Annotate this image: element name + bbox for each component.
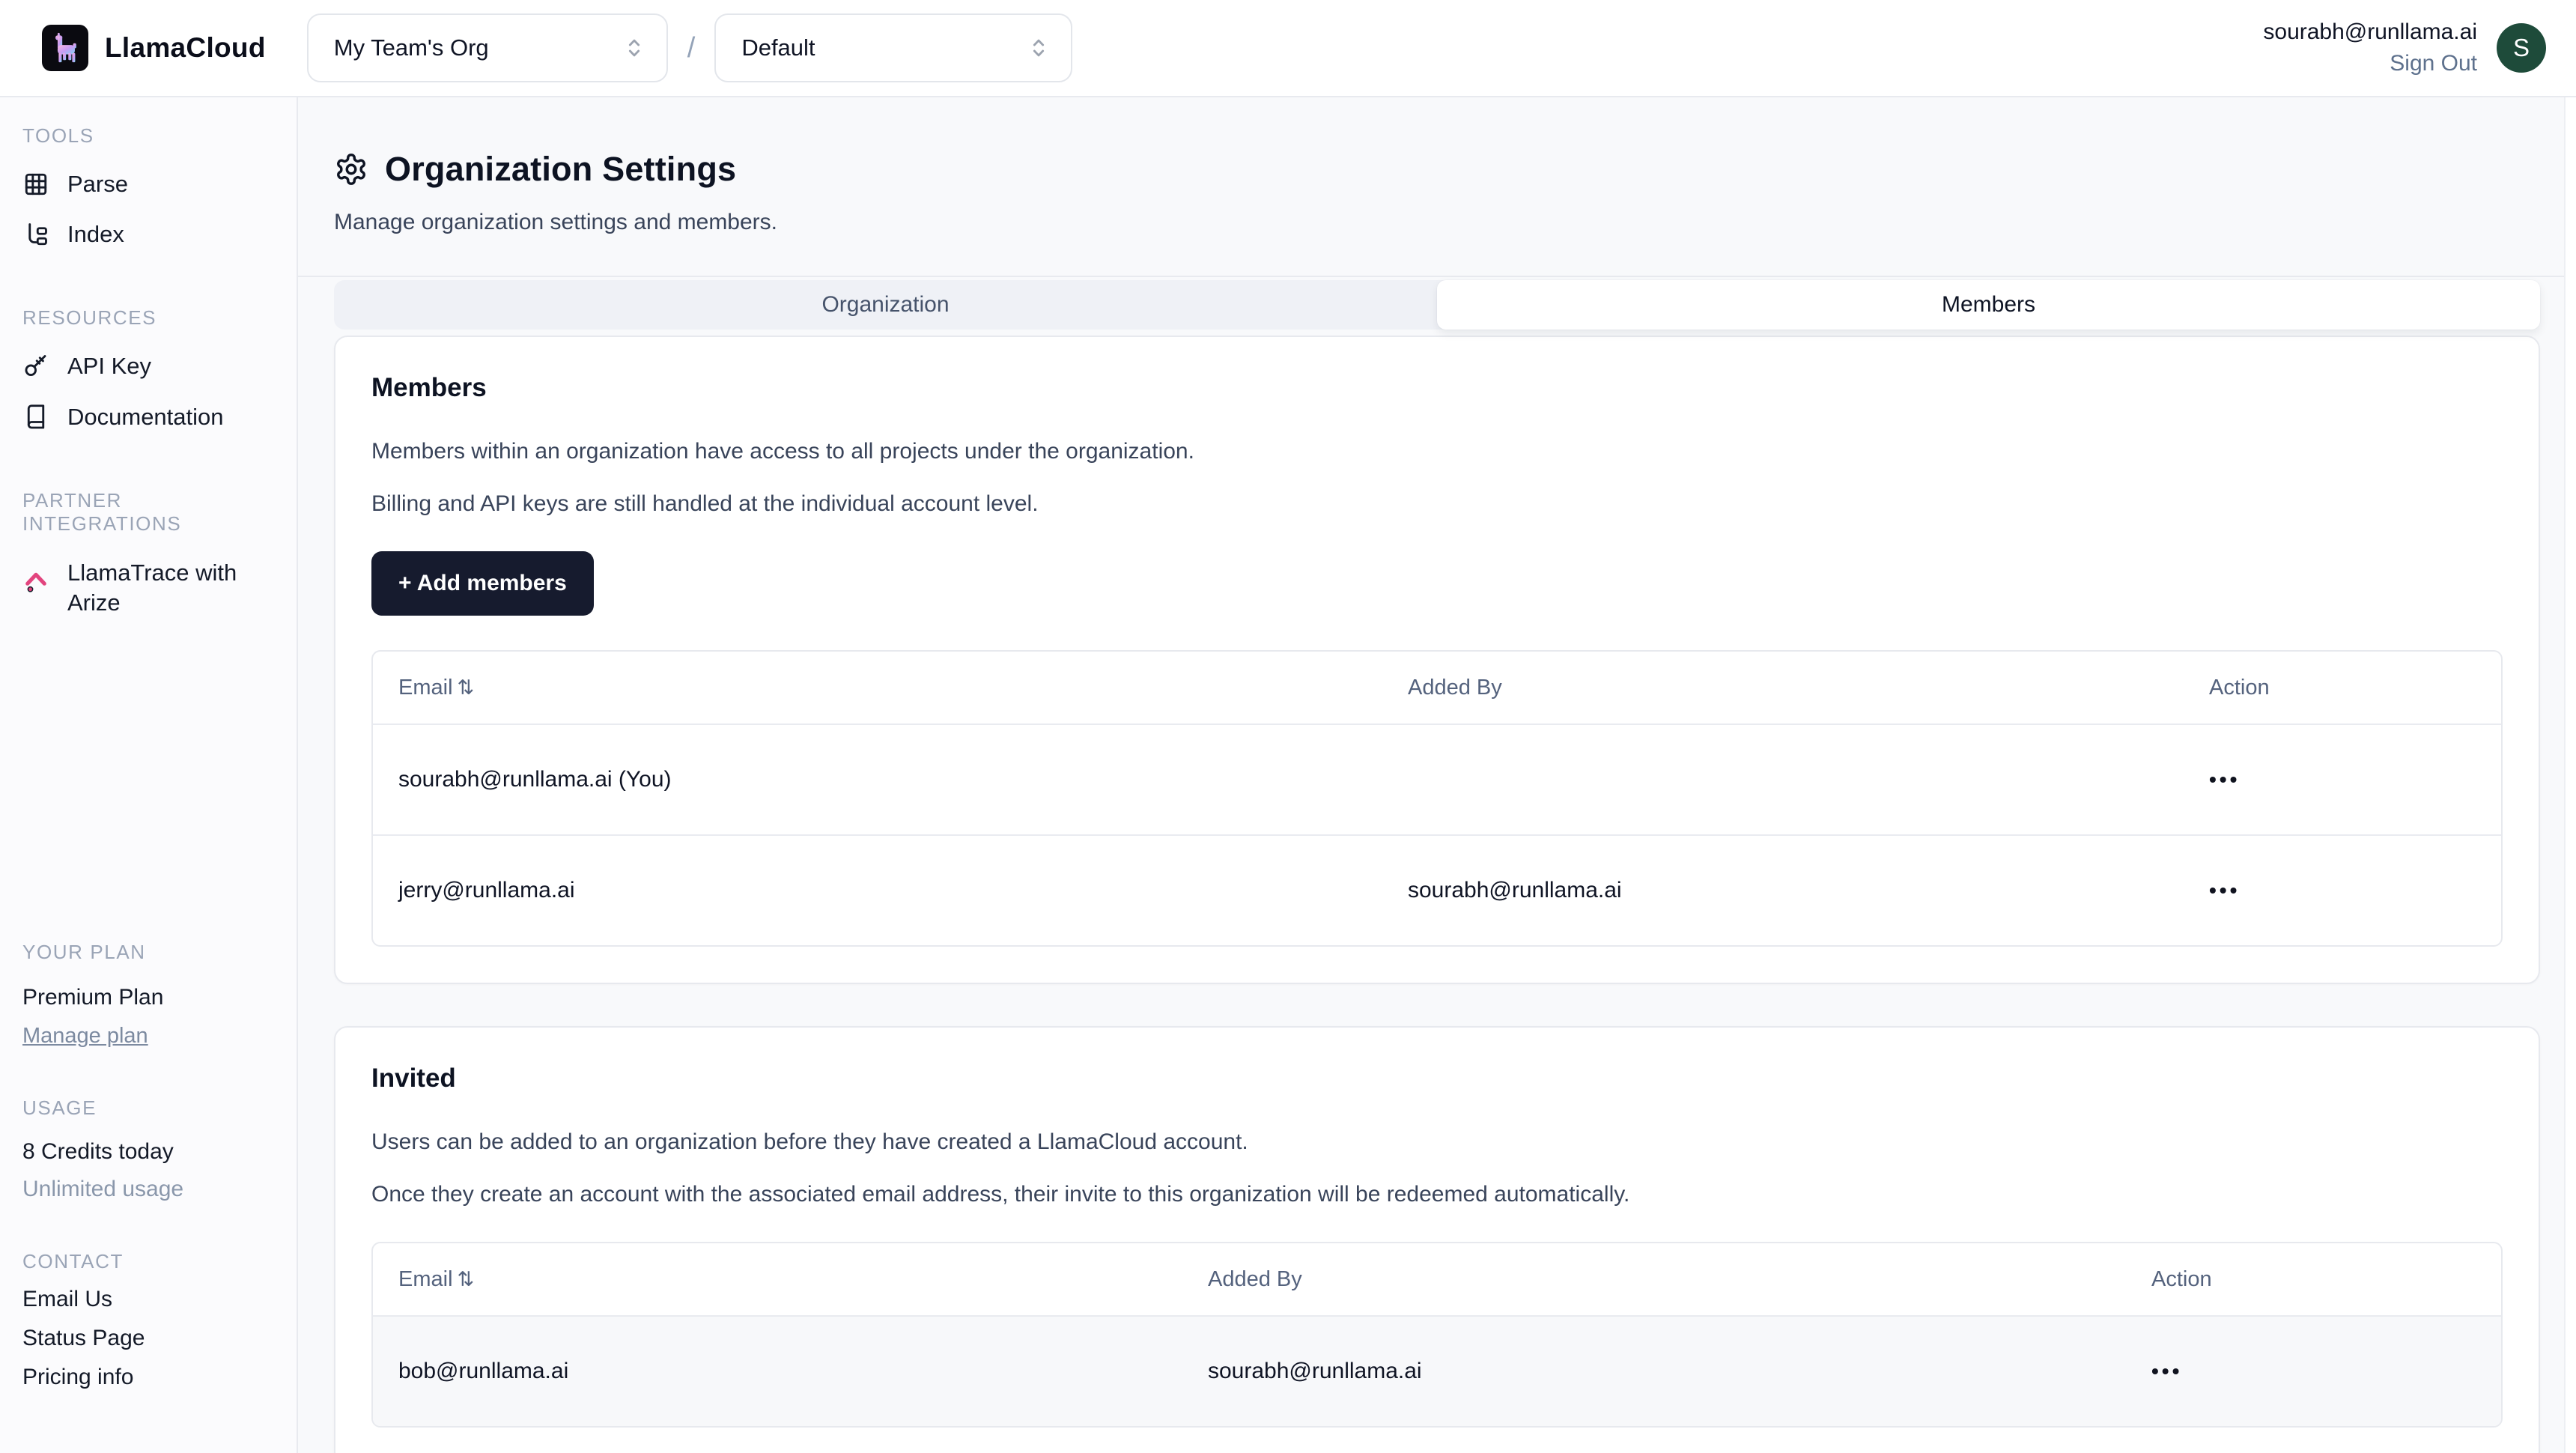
sidebar-item-parse[interactable]: Parse	[22, 170, 276, 198]
content-area: Organization Members Members Members wit…	[298, 277, 2576, 1453]
member-email: sourabh@runllama.ai (You)	[373, 767, 1382, 792]
sort-icon[interactable]: ⇅	[458, 1268, 475, 1291]
column-header-email[interactable]: Email ⇅	[373, 1267, 1182, 1292]
add-members-button[interactable]: + Add members	[371, 551, 594, 616]
sidebar-item-label: Parse	[67, 170, 128, 198]
sidebar-item-api-key[interactable]: API Key	[22, 352, 276, 380]
chevron-up-down-icon	[1026, 35, 1051, 61]
sidebar-item-label: Documentation	[67, 403, 224, 431]
table-row: sourabh@runllama.ai (You) •••	[373, 724, 2501, 834]
sidebar-section-tools: TOOLS	[22, 124, 276, 148]
table-row: bob@runllama.ai sourabh@runllama.ai •••	[373, 1315, 2501, 1426]
invited-email: bob@runllama.ai	[373, 1359, 1182, 1384]
invited-card-text-2: Once they create an account with the ass…	[371, 1182, 2503, 1207]
page-header: Organization Settings Manage organizatio…	[298, 97, 2576, 276]
book-icon	[22, 403, 49, 430]
column-header-action: Action	[2126, 1267, 2501, 1292]
tab-organization[interactable]: Organization	[334, 280, 1437, 330]
sidebar-section-resources: RESOURCES	[22, 306, 276, 330]
topbar: LlamaCloud My Team's Org / Default soura…	[0, 0, 2576, 97]
tab-members[interactable]: Members	[1437, 280, 2540, 330]
plan-name: Premium Plan	[22, 985, 276, 1010]
key-icon	[22, 353, 49, 380]
sidebar-item-label: API Key	[67, 352, 151, 380]
members-card-title: Members	[371, 373, 2503, 403]
user-email: sourabh@runllama.ai	[2263, 19, 2477, 45]
settings-tabs: Organization Members	[334, 280, 2540, 330]
manage-plan-link[interactable]: Manage plan	[22, 1024, 276, 1049]
invited-card: Invited Users can be added to an organiz…	[334, 1026, 2540, 1453]
sort-icon[interactable]: ⇅	[458, 676, 475, 700]
breadcrumb-separator: /	[687, 32, 696, 64]
invited-table-header: Email ⇅ Added By Action	[373, 1243, 2501, 1315]
tree-icon	[22, 221, 49, 248]
contact-status-page-link[interactable]: Status Page	[22, 1326, 145, 1351]
column-header-added-by: Added By	[1182, 1267, 2126, 1292]
user-info: sourabh@runllama.ai Sign Out	[2263, 19, 2477, 76]
member-email: jerry@runllama.ai	[373, 878, 1382, 903]
gear-icon	[334, 152, 368, 186]
sidebar-item-label: Index	[67, 220, 124, 248]
arize-icon	[22, 558, 49, 595]
contact-pricing-info-link[interactable]: Pricing info	[22, 1365, 133, 1390]
sidebar-item-label: LlamaTrace with Arize	[67, 558, 240, 619]
credits-today: 8 Credits today	[22, 1139, 276, 1165]
sidebar-section-usage: USAGE	[22, 1096, 276, 1120]
row-actions-menu-button[interactable]: •••	[2184, 768, 2501, 792]
members-table-header: Email ⇅ Added By Action	[373, 652, 2501, 724]
sidebar: TOOLS Parse Index RESOURCES API	[0, 97, 298, 1453]
llamacloud-logo[interactable]	[42, 25, 88, 71]
page-subtitle: Manage organization settings and members…	[334, 210, 2540, 235]
column-header-action: Action	[2184, 676, 2501, 700]
column-header-email[interactable]: Email ⇅	[373, 676, 1382, 700]
members-card: Members Members within an organization h…	[334, 336, 2540, 984]
column-header-added-by: Added By	[1382, 676, 2184, 700]
llama-icon	[48, 31, 82, 65]
usage-note: Unlimited usage	[22, 1177, 276, 1202]
members-table: Email ⇅ Added By Action sourabh@runllama…	[371, 650, 2503, 947]
invited-card-title: Invited	[371, 1064, 2503, 1093]
org-selector-value: My Team's Org	[334, 34, 489, 61]
sign-out-link[interactable]: Sign Out	[2263, 51, 2477, 76]
contact-email-us-link[interactable]: Email Us	[22, 1287, 112, 1312]
sidebar-item-llamatrace-arize[interactable]: LlamaTrace with Arize	[22, 558, 276, 619]
members-card-text-1: Members within an organization have acce…	[371, 439, 2503, 464]
invited-table: Email ⇅ Added By Action bob@runllama.ai …	[371, 1242, 2503, 1428]
invited-added-by: sourabh@runllama.ai	[1182, 1359, 2126, 1384]
org-selector[interactable]: My Team's Org	[307, 13, 668, 82]
sidebar-section-your-plan: YOUR PLAN	[22, 941, 276, 964]
grid-icon	[22, 171, 49, 198]
row-actions-menu-button[interactable]: •••	[2126, 1359, 2501, 1383]
row-actions-menu-button[interactable]: •••	[2184, 879, 2501, 903]
table-row: jerry@runllama.ai sourabh@runllama.ai ••…	[373, 834, 2501, 945]
members-card-text-2: Billing and API keys are still handled a…	[371, 491, 2503, 517]
page-title: Organization Settings	[385, 150, 736, 189]
sidebar-item-index[interactable]: Index	[22, 220, 276, 248]
scrollbar[interactable]	[2564, 97, 2576, 1453]
sidebar-item-documentation[interactable]: Documentation	[22, 403, 276, 431]
project-selector[interactable]: Default	[714, 13, 1072, 82]
member-added-by: sourabh@runllama.ai	[1382, 878, 2184, 903]
sidebar-section-contact: CONTACT	[22, 1250, 276, 1273]
sidebar-spacer	[22, 618, 276, 941]
brand-title: LlamaCloud	[105, 32, 266, 64]
sidebar-section-partner-integrations: PARTNER INTEGRATIONS	[22, 489, 276, 536]
chevron-up-down-icon	[622, 35, 647, 61]
invited-card-text-1: Users can be added to an organization be…	[371, 1129, 2503, 1155]
avatar[interactable]: S	[2497, 23, 2546, 73]
project-selector-value: Default	[741, 34, 815, 61]
main-content: Organization Settings Manage organizatio…	[298, 97, 2576, 1453]
